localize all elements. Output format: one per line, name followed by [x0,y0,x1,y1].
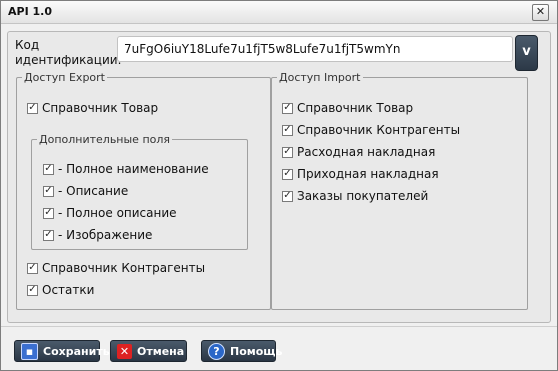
checkbox-label: Справочник Контрагенты [297,123,461,137]
checkbox-label: Приходная накладная [297,167,439,181]
checkbox-label: - Полное наименование [58,162,209,176]
save-icon: ▪ [21,342,38,360]
import-item-expense-invoice[interactable]: ✓ Расходная накладная [282,143,435,161]
checkbox-label: - Описание [58,184,129,198]
checkbox[interactable]: ✓ [43,163,54,175]
extra-item-image[interactable]: ✓ - Изображение [43,226,152,244]
checkbox[interactable]: ✓ [27,284,38,296]
export-access-group: Доступ Export ✓ Справочник Товар Дополни… [16,71,271,310]
help-button-label: Помощь [230,344,283,358]
footer-separator [1,326,557,327]
checkbox-label: Расходная накладная [297,145,436,159]
extra-item-full-description[interactable]: ✓ - Полное описание [43,204,177,222]
checkbox-label: Остатки [42,283,95,297]
checkbox-label: - Изображение [58,228,153,242]
extra-item-description[interactable]: ✓ - Описание [43,182,128,200]
cancel-button-label: Отмена [137,344,185,358]
checkbox[interactable]: ✓ [282,190,293,202]
checkbox-label: Справочник Товар [297,101,414,115]
cancel-button[interactable]: ✕ Отмена [110,340,187,362]
extra-fields-legend: Дополнительные поля [39,133,171,146]
cancel-icon: ✕ [117,343,132,359]
import-legend: Доступ Import [279,71,361,84]
extra-fields-group: Дополнительные поля ✓ - Полное наименова… [31,133,248,250]
code-input[interactable]: 7uFgO6iuY18Lufe7u1fjT5w8Lufe7u1fjT5wmYn [117,36,513,62]
checkbox[interactable]: ✓ [282,124,293,136]
import-item-products[interactable]: ✓ Справочник Товар [282,99,413,117]
export-item-products[interactable]: ✓ Справочник Товар [27,99,158,117]
import-item-contractors[interactable]: ✓ Справочник Контрагенты [282,121,460,139]
checkbox[interactable]: ✓ [43,229,54,241]
checkbox[interactable]: ✓ [27,102,38,114]
close-icon: ✕ [535,5,546,18]
import-access-group: Доступ Import ✓ Справочник Товар ✓ Справ… [271,71,528,310]
checkbox-label: Справочник Контрагенты [42,261,206,275]
checkbox[interactable]: ✓ [43,207,54,219]
api-dialog-window: API 1.0 ✕ Код идентификации: 7uFgO6iuY18… [0,0,558,371]
checkbox-label: Справочник Товар [42,101,159,115]
checkbox[interactable]: ✓ [43,185,54,197]
checkbox[interactable]: ✓ [27,262,38,274]
extra-item-full-name[interactable]: ✓ - Полное наименование [43,160,209,178]
help-icon: ? [208,342,225,360]
checkbox[interactable]: ✓ [282,146,293,158]
export-item-contractors[interactable]: ✓ Справочник Контрагенты [27,259,205,277]
settings-panel: Код идентификации: 7uFgO6iuY18Lufe7u1fjT… [7,31,551,323]
checkbox[interactable]: ✓ [282,168,293,180]
help-button[interactable]: ? Помощь [201,340,282,362]
export-legend: Доступ Export [24,71,105,84]
code-dropdown-button[interactable]: v [515,35,538,71]
window-title: API 1.0 [8,5,52,18]
save-button[interactable]: ▪ Сохранить [14,340,110,362]
checkbox-label: - Полное описание [58,206,177,220]
import-item-receipt-invoice[interactable]: ✓ Приходная накладная [282,165,439,183]
export-item-stock[interactable]: ✓ Остатки [27,281,94,299]
checkbox-label: Заказы покупателей [297,189,429,203]
checkbox[interactable]: ✓ [282,102,293,114]
import-item-customer-orders[interactable]: ✓ Заказы покупателей [282,187,428,205]
close-button[interactable]: ✕ [532,4,549,21]
save-button-label: Сохранить [43,344,110,358]
code-label: Код идентификации: [15,38,122,67]
title-bar: API 1.0 ✕ [1,1,557,24]
